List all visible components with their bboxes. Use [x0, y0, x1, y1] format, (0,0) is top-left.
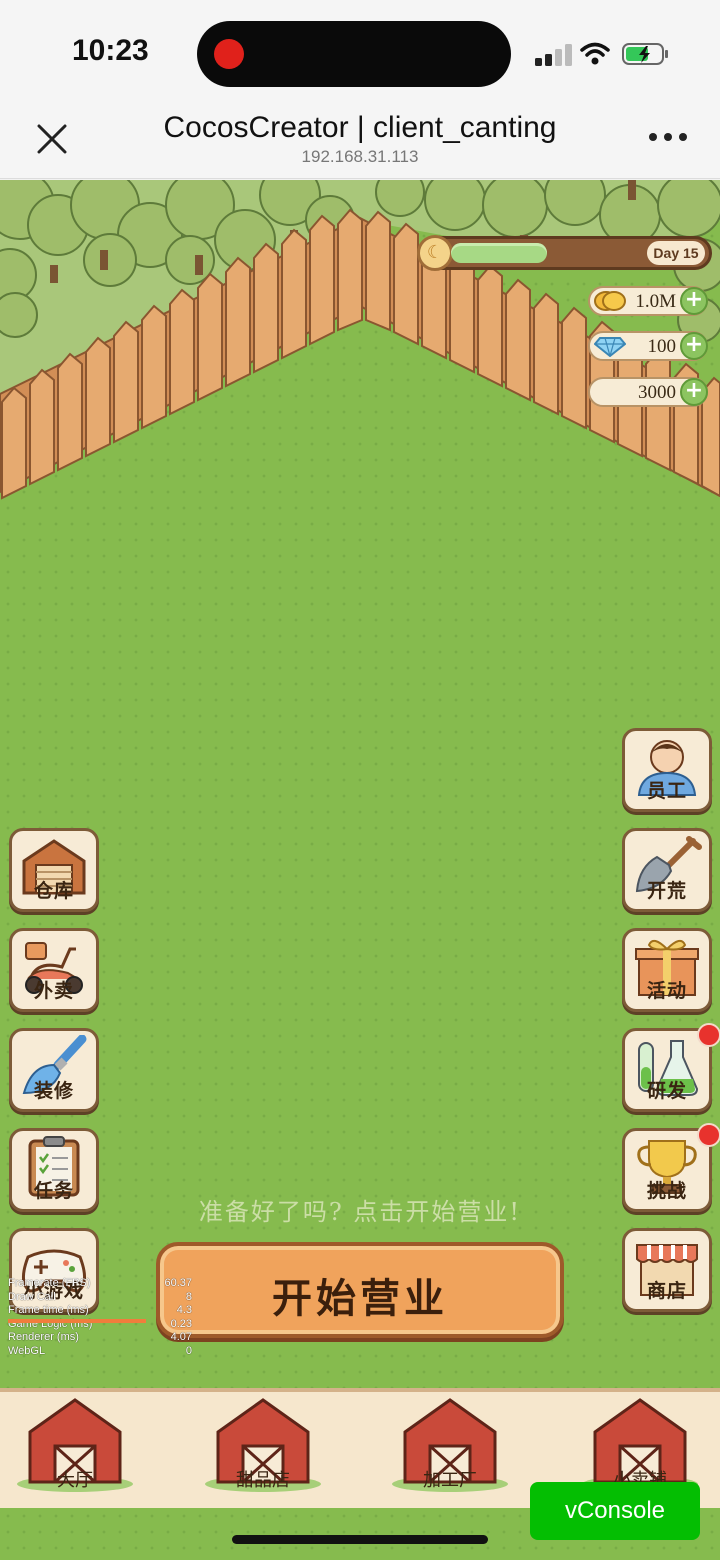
shop-label: 商店 — [646, 1280, 687, 1302]
day-progress-bar: ☾ Day 15 — [417, 235, 712, 271]
lobby-label: 大厅 — [57, 1470, 93, 1491]
challenge-notification-badge — [697, 1123, 720, 1147]
research-label: 研发 — [646, 1080, 687, 1102]
debug-row: Framerate (FPS) 60.37 — [8, 1277, 192, 1289]
gold-counter: 1.0M + — [588, 286, 708, 316]
start-business-button[interactable]: 开始营业 — [156, 1242, 564, 1338]
frame-time-bar — [8, 1319, 146, 1323]
add-gold-button[interactable]: + — [680, 287, 708, 315]
shop-button[interactable]: 商店 — [622, 1228, 712, 1312]
debug-row: Frame time (ms) 4.3 — [8, 1304, 192, 1317]
events-button[interactable]: 活动 — [622, 928, 712, 1012]
warehouse-button[interactable]: 仓库 — [9, 828, 99, 912]
staff-label: 员工 — [646, 780, 687, 802]
battery-charging-icon — [622, 43, 668, 65]
status-time: 10:23 — [72, 34, 149, 67]
warehouse-label: 仓库 — [33, 880, 74, 902]
decorate-label: 装修 — [33, 1080, 74, 1102]
page-title: CocosCreator | client_canting — [163, 111, 557, 144]
add-energy-button[interactable]: + — [680, 378, 708, 406]
status-bar: 10:23 — [0, 0, 720, 105]
recording-indicator-icon — [214, 39, 244, 69]
page-subtitle: 192.168.31.113 — [301, 147, 419, 166]
building-tab-dessert-shop[interactable]: 甜品店 — [198, 1392, 328, 1504]
wifi-icon — [580, 42, 610, 65]
start-prompt: 准备好了吗? 点击开始营业! — [198, 1198, 522, 1226]
staff-button[interactable]: 员工 — [622, 728, 712, 812]
reclaim-label: 开荒 — [646, 880, 687, 902]
home-indicator[interactable] — [232, 1535, 488, 1544]
gem-value: 100 — [647, 336, 677, 357]
decorate-button[interactable]: 装修 — [9, 1028, 99, 1112]
research-notification-badge — [697, 1023, 720, 1047]
moon-icon: ☾ — [417, 235, 453, 271]
factory-label: 加工厂 — [423, 1470, 477, 1491]
building-tab-factory[interactable]: 加工厂 — [385, 1392, 515, 1504]
vconsole-button[interactable]: vConsole — [530, 1482, 700, 1540]
research-button[interactable]: 研发 — [622, 1023, 720, 1112]
debug-stats-panel: Framerate (FPS) 60.37 Draw Call 8 Frame ti… — [8, 1277, 192, 1359]
mini-program-nav-bar: CocosCreator | client_canting 192.168.31… — [0, 105, 720, 179]
day-counter: Day 15 — [647, 241, 705, 265]
debug-row: Draw Call 8 — [8, 1290, 192, 1303]
dynamic-island — [197, 21, 511, 87]
delivery-label: 外卖 — [33, 980, 74, 1002]
cellular-signal-icon — [535, 44, 572, 66]
debug-row: WebGL 0 — [8, 1344, 192, 1357]
dessert-shop-label: 甜品店 — [236, 1470, 290, 1491]
debug-row: Renderer (ms) 4.07 — [8, 1331, 192, 1344]
energy-value: 3000 — [638, 382, 676, 403]
energy-counter: 3000 + — [588, 377, 708, 407]
more-options-icon[interactable] — [648, 131, 688, 143]
start-business-label: 开始营业 — [272, 1275, 448, 1322]
gold-value: 1.0M — [635, 291, 676, 312]
day-progress-fill — [451, 243, 547, 263]
delivery-button[interactable]: 外卖 — [9, 928, 99, 1012]
add-gems-button[interactable]: + — [680, 332, 708, 360]
building-tab-lobby[interactable]: 大厅 — [10, 1392, 140, 1504]
reclaim-button[interactable]: 开荒 — [622, 828, 712, 912]
gem-counter: 100 + — [588, 331, 708, 361]
events-label: 活动 — [646, 980, 687, 1002]
